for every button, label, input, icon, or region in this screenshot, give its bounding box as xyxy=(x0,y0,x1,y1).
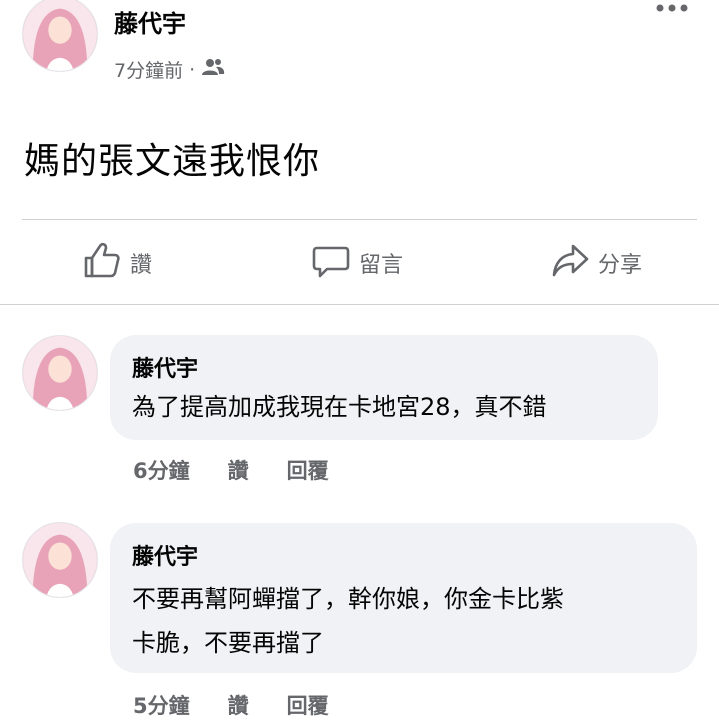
thumbs-up-icon xyxy=(82,240,122,286)
comment-time[interactable]: 5分鐘 xyxy=(133,690,190,720)
comment-button[interactable]: 留言 xyxy=(311,240,403,286)
friends-icon[interactable] xyxy=(201,58,225,81)
avatar[interactable] xyxy=(22,335,98,411)
like-button[interactable]: 讚 xyxy=(82,240,152,286)
comment-bubble: 藤代宇 不要再幫阿蟬擋了，幹你娘，你金卡比紫 卡脆，不要再擋了 xyxy=(110,523,697,673)
comment-footer: 5分鐘 讚 回覆 xyxy=(133,690,367,720)
comment-text: 為了提高加成我現在卡地宮28，真不錯 xyxy=(132,393,547,421)
share-button[interactable]: 分享 xyxy=(550,240,642,286)
comment-author-name[interactable]: 藤代宇 xyxy=(132,539,675,571)
divider xyxy=(0,304,719,305)
post-author-name[interactable]: 藤代宇 xyxy=(114,4,186,39)
avatar[interactable] xyxy=(22,522,98,598)
comment-reply-button[interactable]: 回覆 xyxy=(287,690,329,720)
share-icon xyxy=(550,240,590,286)
post-time[interactable]: 7分鐘前 xyxy=(114,56,183,83)
meta-separator: · xyxy=(189,58,196,81)
comment-like-button[interactable]: 讚 xyxy=(228,455,249,485)
comment-label: 留言 xyxy=(359,253,404,278)
comment-like-button[interactable]: 讚 xyxy=(228,690,249,720)
divider xyxy=(22,219,697,220)
comment-icon xyxy=(311,240,351,286)
like-label: 讚 xyxy=(130,253,153,278)
comment-reply-button[interactable]: 回覆 xyxy=(287,455,329,485)
comment-text-line: 卡脆，不要再擋了 xyxy=(132,629,324,657)
comment-time[interactable]: 6分鐘 xyxy=(133,455,190,485)
post-meta: 7分鐘前 · xyxy=(114,56,225,83)
avatar[interactable] xyxy=(22,0,98,72)
comment-text-line: 不要再幫阿蟬擋了，幹你娘，你金卡比紫 xyxy=(132,585,564,613)
comment-bubble: 藤代宇 為了提高加成我現在卡地宮28，真不錯 xyxy=(110,335,658,440)
post-text: 媽的張文遠我恨你 xyxy=(24,141,321,182)
comment-footer: 6分鐘 讚 回覆 xyxy=(133,455,367,485)
comment-author-name[interactable]: 藤代宇 xyxy=(132,351,636,383)
share-label: 分享 xyxy=(598,253,643,278)
post-actions-bar: 讚 留言 分享 xyxy=(0,240,719,288)
more-options-icon[interactable] xyxy=(650,0,694,18)
